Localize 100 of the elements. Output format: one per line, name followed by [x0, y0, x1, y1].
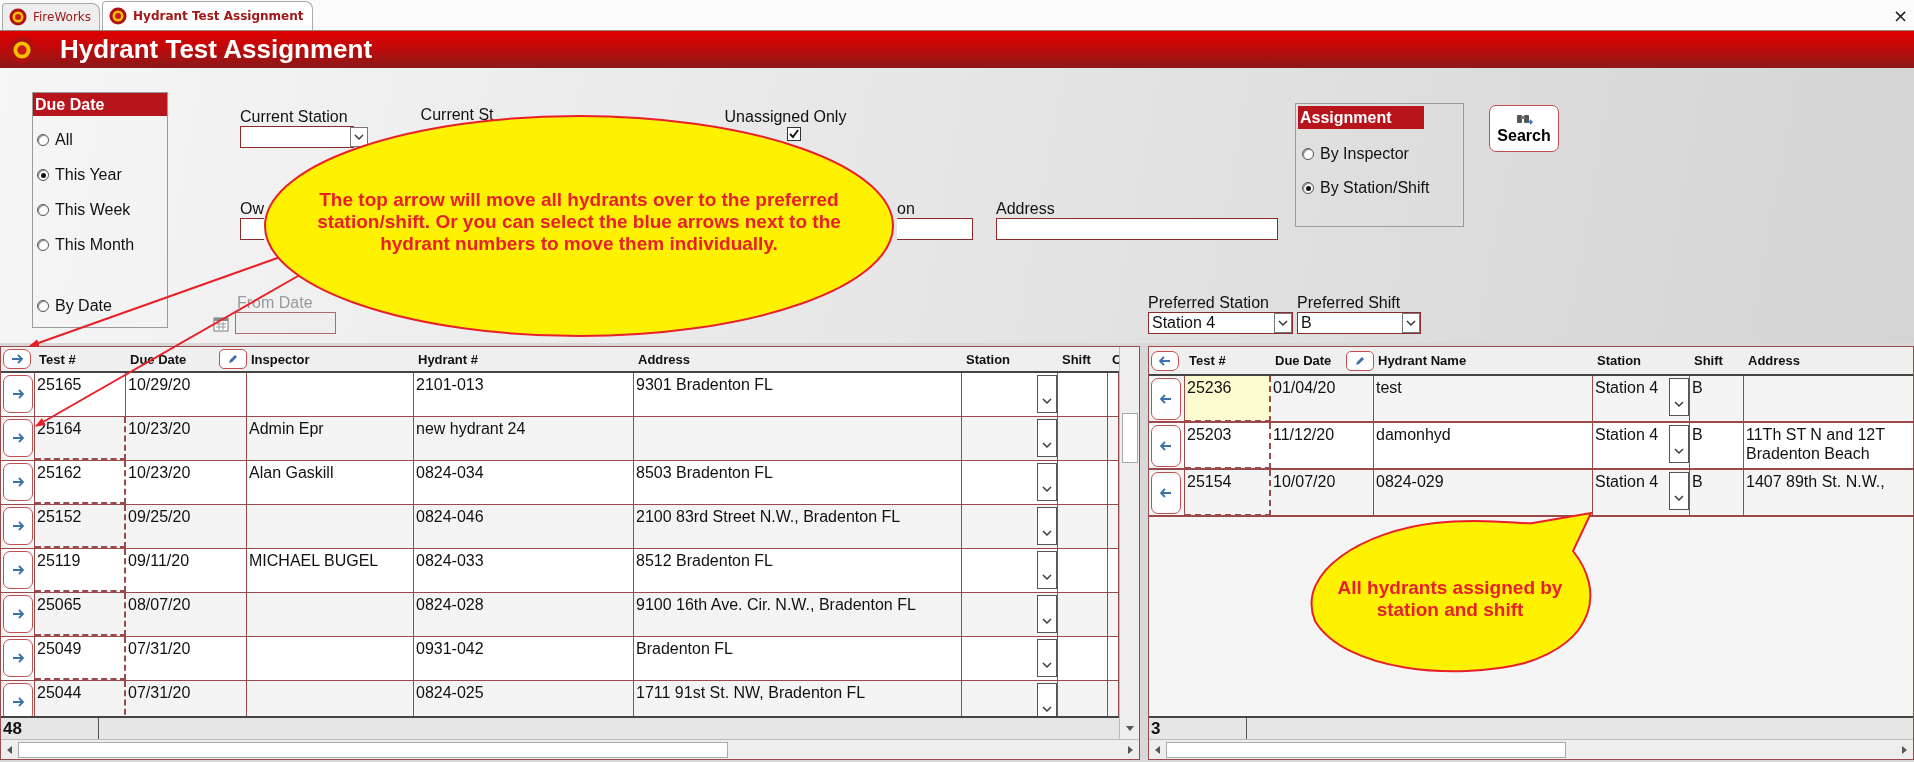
move-all-button[interactable]: [3, 349, 31, 369]
tab[interactable]: Hydrant Test Assignment: [102, 1, 313, 30]
chevron-down-icon: [1041, 396, 1053, 406]
move-back-button[interactable]: [1151, 472, 1181, 514]
station-dropdown[interactable]: [240, 126, 354, 148]
table-cell: 25165: [37, 376, 82, 393]
dropdown[interactable]: B: [1297, 312, 1421, 334]
dropdown-button[interactable]: [1037, 419, 1057, 457]
chevron-down-icon: [1673, 399, 1685, 409]
edit-button[interactable]: [1346, 350, 1374, 371]
radio-button[interactable]: [37, 134, 49, 146]
dropdown-button[interactable]: [1037, 639, 1057, 677]
move-button[interactable]: [3, 375, 33, 413]
column-header: Test #: [1189, 353, 1226, 368]
field-label: Unassigned Only: [724, 108, 847, 126]
table-cell: 07/31/20: [128, 640, 191, 657]
table-cell: 25044: [37, 684, 82, 701]
table-cell: 25152: [37, 508, 82, 525]
dropdown-button[interactable]: [1037, 683, 1057, 716]
move-button[interactable]: [3, 683, 33, 716]
field-label: Address: [996, 200, 1056, 218]
table-cell: 25154: [1185, 470, 1271, 515]
dropdown-button[interactable]: [1037, 551, 1057, 589]
radio-label: This Month: [55, 236, 135, 254]
table-cell: new hydrant 24: [416, 420, 526, 437]
dropdown-button[interactable]: [1274, 313, 1292, 333]
vertical-scrollbar[interactable]: [1119, 347, 1139, 739]
table-cell: 08/07/20: [128, 596, 191, 613]
input-field[interactable]: [240, 218, 264, 240]
close-button[interactable]: ×: [1886, 4, 1914, 26]
dropdown-button[interactable]: [1037, 375, 1057, 413]
move-button[interactable]: [3, 507, 33, 545]
radio-label: All: [55, 131, 73, 149]
table-cell: B: [1692, 426, 1703, 443]
move-all-button[interactable]: [1151, 350, 1179, 371]
move-back-button[interactable]: [1151, 378, 1181, 420]
date-field[interactable]: [235, 312, 336, 334]
horizontal-scrollbar[interactable]: [1, 739, 1139, 759]
move-button[interactable]: [3, 595, 33, 633]
dropdown-button[interactable]: [1402, 313, 1420, 333]
radio-label: This Week: [55, 201, 131, 219]
tab[interactable]: FireWorks: [2, 3, 101, 30]
input-field[interactable]: [996, 218, 1278, 240]
dropdown[interactable]: Station 4: [1148, 312, 1293, 334]
dropdown-button[interactable]: [1669, 378, 1689, 416]
checkbox[interactable]: [786, 127, 801, 141]
table-cell: test: [1376, 379, 1402, 396]
table-cell: 9301 Bradenton FL: [636, 376, 773, 393]
move-button[interactable]: [3, 463, 33, 501]
dropdown-value: B: [1301, 314, 1312, 332]
table-cell: 25065: [37, 596, 82, 613]
checkmark-icon: [787, 128, 800, 140]
pencil-icon: [1354, 354, 1366, 367]
chevron-down-icon: [1405, 318, 1417, 328]
table-cell: 09/25/20: [128, 508, 191, 525]
move-button[interactable]: [3, 419, 33, 457]
dropdown-button[interactable]: [1669, 472, 1689, 510]
chevron-down-icon: [1673, 493, 1685, 503]
radio-button[interactable]: [37, 169, 49, 181]
table-cell: 09/11/20: [128, 552, 190, 569]
dropdown-value: Station 4: [1152, 314, 1216, 332]
radio-button[interactable]: [1302, 182, 1314, 194]
radio-button[interactable]: [1302, 148, 1314, 160]
radio-button[interactable]: [37, 300, 49, 312]
column-header: Station: [1597, 353, 1642, 368]
table-cell: 10/07/20: [1273, 473, 1336, 490]
horizontal-scrollbar[interactable]: [1149, 739, 1913, 759]
table-cell: 25119: [37, 552, 81, 569]
dropdown-button[interactable]: [1037, 507, 1057, 545]
dropdown-button[interactable]: [1037, 595, 1057, 633]
radio-label: By Date: [55, 297, 112, 315]
dropdown-button[interactable]: [1037, 463, 1057, 501]
search-button[interactable]: Search: [1489, 105, 1559, 152]
move-button[interactable]: [3, 551, 33, 589]
radio-button[interactable]: [37, 239, 49, 251]
column-header: Inspector: [251, 351, 310, 367]
column-header: Hydrant Name: [1378, 353, 1467, 368]
chevron-down-icon: [1277, 318, 1289, 328]
edit-button[interactable]: [219, 349, 247, 369]
radio-button[interactable]: [37, 204, 49, 216]
table-cell: B: [1692, 379, 1703, 396]
table-cell: 1711 91st St. NW, Bradenton FL: [636, 684, 866, 701]
dropdown-button[interactable]: [1669, 425, 1689, 463]
table-cell: Admin Epr: [249, 420, 324, 437]
move-back-button[interactable]: [1151, 425, 1181, 467]
chevron-down-icon: [1041, 572, 1053, 582]
logo-icon: [9, 8, 27, 26]
column-header: Address: [1748, 353, 1801, 368]
table-cell: 0824-028: [416, 596, 484, 613]
column-header: Test #: [39, 351, 76, 367]
input-field[interactable]: [897, 218, 973, 240]
callout-text: The top arrow will move all hydrants over to the preferred station/shift. Or you can select the blue arrows next to the hydrant numbers to move them individually.: [316, 189, 842, 255]
table-cell: 2101-013: [416, 376, 484, 393]
chevron-down-icon: [352, 132, 365, 142]
table-cell: 25162: [37, 464, 82, 481]
move-button[interactable]: [3, 639, 33, 677]
arrow-left-icon: [1160, 440, 1172, 452]
group-title: Due Date: [33, 93, 167, 116]
table-cell: 01/04/20: [1273, 379, 1336, 396]
field-label: Preferred Station: [1148, 294, 1270, 312]
